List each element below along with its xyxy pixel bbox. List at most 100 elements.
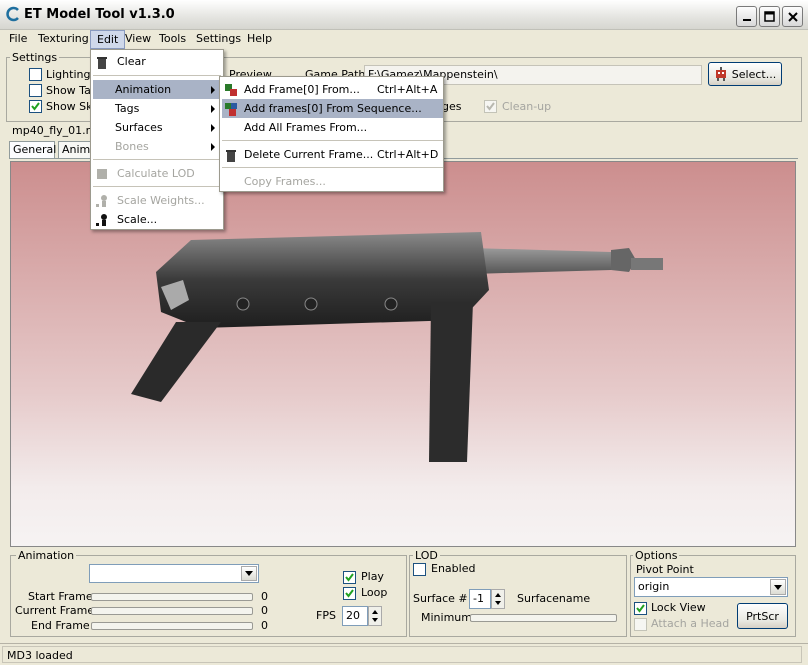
- lighting-checkbox[interactable]: [29, 68, 42, 81]
- animation-submenu: Add Frame[0] From... Ctrl+Alt+A Add fram…: [219, 76, 444, 192]
- minimize-button[interactable]: [736, 6, 757, 27]
- app-icon: [6, 6, 19, 22]
- submenu-arrow-icon: [211, 143, 215, 151]
- show-tags-checkbox[interactable]: [29, 84, 42, 97]
- menu-tools[interactable]: Tools: [153, 30, 192, 49]
- robot-icon: [715, 67, 726, 81]
- edit-animation-label: Animation: [115, 83, 172, 96]
- check-icon: [31, 102, 40, 111]
- edit-surfaces-label: Surfaces: [115, 121, 163, 134]
- menu-file[interactable]: File: [3, 30, 33, 49]
- end-frame-value: 0: [261, 619, 268, 632]
- select-button-label: Select...: [731, 67, 777, 81]
- dropdown-button[interactable]: [770, 579, 786, 595]
- status-text: MD3 loaded: [2, 646, 802, 663]
- attach-head-label: Attach a Head: [651, 617, 730, 630]
- maximize-button[interactable]: [759, 6, 780, 27]
- edit-bones[interactable]: Bones: [93, 137, 221, 156]
- close-icon: [787, 11, 798, 22]
- play-checkbox[interactable]: [343, 571, 356, 584]
- tab-general[interactable]: General: [9, 141, 56, 158]
- edit-clear[interactable]: Clear: [91, 52, 223, 71]
- weights-icon: [96, 194, 107, 207]
- scale-person-icon: [96, 213, 107, 226]
- add-frame-icon: [225, 83, 237, 96]
- close-button[interactable]: [782, 6, 803, 27]
- submenu-arrow-icon: [211, 105, 215, 113]
- edit-calculate-lod-label: Calculate LOD: [117, 167, 195, 180]
- check-icon: [345, 573, 354, 582]
- surface-spinner[interactable]: [491, 589, 505, 609]
- delete-frame-label: Delete Current Frame...: [244, 148, 374, 161]
- copy-frames[interactable]: Copy Frames...: [222, 172, 443, 191]
- check-icon: [345, 589, 354, 598]
- add-frame-from[interactable]: Add Frame[0] From... Ctrl+Alt+A: [222, 80, 443, 99]
- pivot-point-value: origin: [638, 580, 670, 593]
- start-frame-slider[interactable]: [91, 593, 253, 601]
- window-title: ET Model Tool v1.3.0: [24, 7, 175, 22]
- edit-separator: [93, 186, 221, 187]
- maximize-icon: [764, 11, 775, 22]
- edit-scale-weights[interactable]: Scale Weights...: [91, 191, 223, 210]
- add-frames-from-sequence[interactable]: Add frames[0] From Sequence...: [222, 99, 443, 118]
- menu-settings[interactable]: Settings: [190, 30, 247, 49]
- attach-head-checkbox[interactable]: [634, 618, 647, 631]
- edit-clear-label: Clear: [117, 55, 146, 68]
- edit-tags-label: Tags: [115, 102, 140, 115]
- edit-menu: Clear Animation Tags Surfaces Bones Calc…: [90, 49, 224, 230]
- minimum-label: Minimum: [421, 611, 472, 624]
- delete-current-frame[interactable]: Delete Current Frame... Ctrl+Alt+D: [222, 145, 443, 164]
- loop-checkbox[interactable]: [343, 587, 356, 600]
- play-label: Play: [361, 570, 384, 583]
- tab-animation[interactable]: Anima: [58, 141, 97, 158]
- show-skins-checkbox[interactable]: [29, 100, 42, 113]
- animation-select[interactable]: [89, 564, 259, 583]
- lod-icon: [97, 168, 107, 179]
- fps-field[interactable]: 20: [342, 606, 368, 626]
- submenu-arrow-icon: [211, 86, 215, 94]
- edit-animation[interactable]: Animation: [93, 80, 221, 99]
- lod-enabled-checkbox[interactable]: [413, 563, 426, 576]
- submenu-arrow-icon: [211, 124, 215, 132]
- edit-calculate-lod[interactable]: Calculate LOD: [91, 164, 223, 183]
- menu-view[interactable]: View: [119, 30, 157, 49]
- edit-tags[interactable]: Tags: [93, 99, 221, 118]
- menu-texturing[interactable]: Texturing: [32, 30, 95, 49]
- show-tags-label: Show Ta: [46, 84, 91, 97]
- start-frame-label: Start Frame: [28, 590, 93, 603]
- end-frame-slider[interactable]: [91, 622, 253, 630]
- submenu-separator: [222, 167, 443, 168]
- loop-label: Loop: [361, 586, 388, 599]
- trash-icon: [226, 149, 236, 162]
- spinner-arrows-icon: [372, 610, 378, 622]
- add-all-frames-label: Add All Frames From...: [244, 121, 368, 134]
- add-frame-shortcut: Ctrl+Alt+A: [377, 83, 438, 96]
- current-frame-value: 0: [261, 604, 268, 617]
- copy-frames-label: Copy Frames...: [244, 175, 326, 188]
- surface-number-field[interactable]: -1: [469, 589, 491, 609]
- pivot-point-select[interactable]: origin: [634, 577, 788, 597]
- lod-enabled-label: Enabled: [431, 562, 476, 575]
- current-frame-slider[interactable]: [91, 607, 253, 615]
- prtscr-button[interactable]: PrtScr: [737, 603, 788, 629]
- select-button[interactable]: Select...: [708, 62, 782, 86]
- menu-help[interactable]: Help: [241, 30, 278, 49]
- trash-icon: [97, 56, 107, 69]
- minimum-slider[interactable]: [470, 614, 617, 622]
- submenu-separator: [222, 140, 443, 141]
- edit-bones-label: Bones: [115, 140, 149, 153]
- edit-scale[interactable]: Scale...: [91, 210, 223, 229]
- start-frame-value: 0: [261, 590, 268, 603]
- cleanup-checkbox[interactable]: [484, 100, 497, 113]
- dropdown-button[interactable]: [241, 566, 257, 581]
- images-label: ges: [442, 100, 462, 113]
- add-all-frames-from[interactable]: Add All Frames From...: [222, 118, 443, 137]
- options-group-label: Options: [633, 549, 680, 562]
- current-frame-label: Current Frame: [15, 604, 95, 617]
- add-frame-from-label: Add Frame[0] From...: [244, 83, 360, 96]
- fps-spinner[interactable]: [368, 606, 382, 626]
- lock-view-checkbox[interactable]: [634, 602, 647, 615]
- add-frames-seq-label: Add frames[0] From Sequence...: [244, 102, 422, 115]
- minimize-icon: [742, 18, 751, 21]
- edit-surfaces[interactable]: Surfaces: [93, 118, 221, 137]
